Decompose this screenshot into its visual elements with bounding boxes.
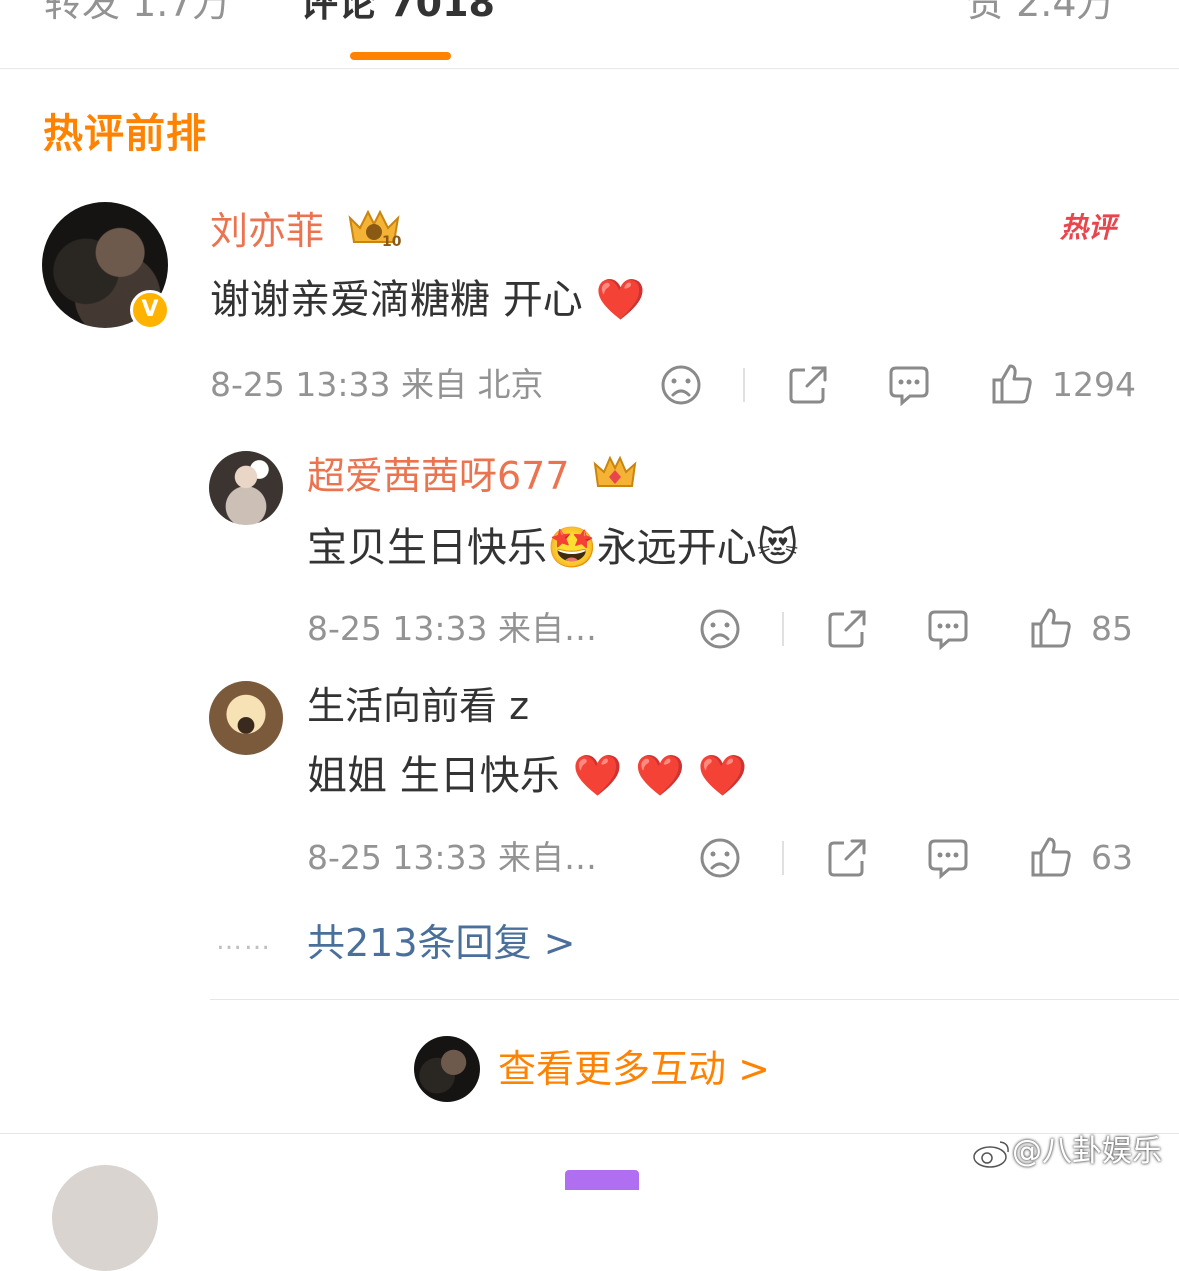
avatar[interactable] — [209, 681, 283, 755]
comment-author[interactable]: 刘亦菲 10 — [210, 206, 402, 261]
divider — [782, 841, 784, 875]
tab-likes[interactable]: 赞 2.4万 — [966, 0, 1115, 28]
comment-meta: 8-25 13:33 来自 北京 — [210, 365, 544, 404]
heart-emoji: ❤️ — [595, 277, 646, 323]
verified-badge-icon: V — [130, 290, 170, 330]
view-more-interactions-link[interactable]: 查看更多互动 > — [498, 1044, 770, 1094]
crown-icon: 10 — [346, 206, 402, 261]
crown-icon — [592, 452, 638, 505]
member-badge — [565, 1170, 639, 1190]
hot-comment-badge: 热评 — [1060, 211, 1117, 244]
comment-body: 谢谢亲爱滴糖糖 开心 — [210, 277, 583, 323]
tab-comments[interactable]: 评论 7018 — [300, 0, 495, 28]
star-eyes-emoji: 🤩 — [547, 525, 597, 571]
weibo-logo-icon — [973, 1140, 1009, 1168]
more-replies-link[interactable]: 共213条回复 > — [307, 918, 575, 968]
divider — [743, 368, 745, 402]
share-icon[interactable] — [787, 364, 829, 410]
thumbs-up-icon[interactable] — [1029, 835, 1073, 883]
reply-author[interactable]: 生活向前看 z — [307, 682, 529, 730]
comment-icon[interactable] — [927, 608, 969, 654]
cat-emoji: 😻 — [756, 525, 799, 571]
avatar[interactable] — [414, 1036, 480, 1102]
svg-text:10: 10 — [382, 234, 402, 250]
like-count: 63 — [1091, 838, 1133, 877]
watermark: @八卦娱乐 — [972, 1132, 1162, 1172]
sad-face-icon[interactable] — [660, 364, 702, 410]
author-name[interactable]: 超爱茜茜呀677 — [307, 454, 570, 498]
comment-icon[interactable] — [888, 364, 930, 410]
thumbs-up-icon[interactable] — [1029, 606, 1073, 654]
comment-icon[interactable] — [927, 837, 969, 883]
share-icon[interactable] — [826, 837, 868, 883]
ellipsis-dots: …… — [216, 926, 272, 956]
heart-emoji: ❤️ ❤️ ❤️ — [572, 753, 748, 799]
tab-repost[interactable]: 转发 1.7万 — [44, 0, 231, 28]
reply-body-b: 永远开心 — [596, 525, 757, 571]
reply-body-a: 宝贝生日快乐 — [307, 525, 547, 571]
divider — [210, 999, 1179, 1000]
reply-meta: 8-25 13:33 来自… — [307, 609, 597, 648]
reply-meta: 8-25 13:33 来自… — [307, 838, 597, 877]
avatar[interactable] — [209, 451, 283, 525]
sad-face-icon[interactable] — [699, 837, 741, 883]
watermark-text: @八卦娱乐 — [1012, 1134, 1162, 1169]
divider — [782, 612, 784, 646]
like-count: 1294 — [1052, 365, 1136, 404]
reply-author[interactable]: 超爱茜茜呀677 — [307, 452, 638, 505]
avatar[interactable] — [52, 1165, 158, 1271]
hot-comments-title: 热评前排 — [43, 111, 207, 157]
share-icon[interactable] — [826, 608, 868, 654]
reply-text: 宝贝生日快乐🤩永远开心😻 — [307, 522, 799, 574]
like-count: 85 — [1091, 609, 1133, 648]
thumbs-up-icon[interactable] — [990, 362, 1034, 410]
reply-body: 姐姐 生日快乐 — [307, 753, 560, 799]
reply-text: 姐姐 生日快乐 ❤️ ❤️ ❤️ — [307, 750, 747, 802]
author-name[interactable]: 刘亦菲 — [210, 209, 324, 253]
tab-bar: 转发 1.7万 评论 7018 赞 2.4万 — [0, 0, 1179, 69]
active-tab-indicator — [350, 52, 451, 60]
comment-text: 谢谢亲爱滴糖糖 开心 ❤️ — [210, 274, 645, 326]
sad-face-icon[interactable] — [699, 608, 741, 654]
